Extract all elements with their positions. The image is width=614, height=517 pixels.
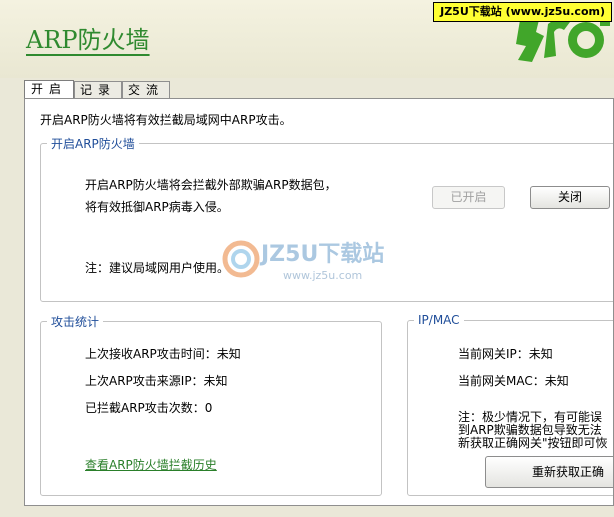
refresh-gateway-button[interactable]: 重新获取正确 [485, 456, 613, 488]
ipmac-group-legend: IP/MAC [418, 313, 460, 327]
firewall-group-legend: 开启ARP防火墙 [51, 137, 135, 151]
app-header: ARP防火墙 JZ5U下载站 (www.jz5u.com) [0, 0, 614, 78]
stats-count: 已拦截ARP攻击次数：0 [85, 401, 213, 415]
tab-exchange[interactable]: 交流 [122, 81, 170, 98]
watermark-brand: JZ5U下载站 [261, 242, 385, 267]
window-bottom-edge [0, 506, 614, 517]
watermark-url: www.jz5u.com [283, 269, 363, 282]
stats-last-ip: 上次ARP攻击来源IP：未知 [85, 374, 228, 388]
gateway-mac: 当前网关MAC：未知 [458, 374, 569, 388]
ipmac-note-line3: 新获取正确网关"按钮即可恢 [458, 436, 608, 450]
history-link[interactable]: 查看ARP防火墙拦截历史 [85, 456, 217, 473]
intro-text: 开启ARP防火墙将有效拦截局域网中ARP攻击。 [40, 113, 292, 127]
firewall-desc-line2: 将有效抵御ARP病毒入侵。 [85, 200, 229, 214]
watermark-banner: JZ5U下载站 (www.jz5u.com) [433, 2, 612, 22]
enabled-button[interactable]: 已开启 [432, 186, 505, 209]
gateway-ip: 当前网关IP：未知 [458, 347, 553, 361]
tab-records[interactable]: 记录 [74, 81, 122, 98]
stats-last-time: 上次接收ARP攻击时间：未知 [85, 347, 241, 361]
firewall-desc-line1: 开启ARP防火墙将会拦截外部欺骗ARP数据包， [85, 178, 337, 192]
firewall-note: 注：建议局域网用户使用。 [85, 261, 230, 275]
tab-open[interactable]: 开启 [24, 80, 74, 99]
app-title: ARP防火墙 [26, 26, 150, 54]
stats-group-legend: 攻击统计 [51, 315, 100, 329]
content-panel: 开启ARP防火墙将有效拦截局域网中ARP攻击。 开启ARP防火墙 开启ARP防火… [24, 98, 614, 506]
close-button[interactable]: 关闭 [530, 186, 610, 209]
